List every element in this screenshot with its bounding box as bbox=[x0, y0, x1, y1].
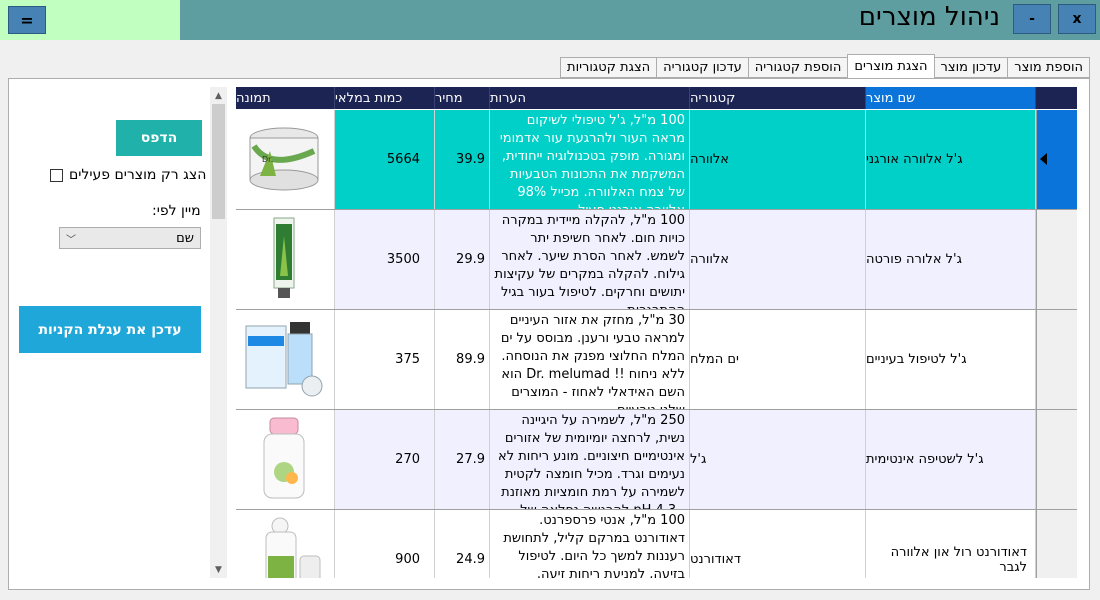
chevron-down-icon: ﹀ bbox=[66, 234, 76, 246]
name-cell[interactable]: ג'ל אלורה פורטה bbox=[866, 210, 1036, 309]
name-cell[interactable]: ג'ל לטיפול בעיניים bbox=[866, 310, 1036, 409]
wash-bottle-icon bbox=[263, 417, 305, 499]
price-value: 24.9 bbox=[456, 552, 485, 567]
print-button[interactable]: הדפס bbox=[116, 120, 202, 156]
eye-gel-box-icon bbox=[245, 322, 323, 397]
table-row[interactable]: 270 27.9 250 מ"ל, לשמירה על היגיינה נשית… bbox=[236, 410, 1077, 510]
table-row[interactable]: 3500 29.9 100 מ"ל, להקלה מיידית במקרה כו… bbox=[236, 210, 1077, 310]
price-cell[interactable]: 29.9 bbox=[435, 210, 490, 309]
product-image-cell bbox=[236, 310, 335, 409]
column-header-stock[interactable]: כמות במלאי bbox=[335, 87, 435, 109]
scroll-up-icon[interactable]: ▲ bbox=[210, 87, 227, 104]
category-cell[interactable]: ים המלח bbox=[690, 310, 866, 409]
category-cell[interactable]: דאודורנט bbox=[690, 510, 866, 578]
notes-cell[interactable]: 100 מ"ל, ג'ל טיפולי לשיקום מראה העור ולה… bbox=[490, 110, 690, 209]
category-cell[interactable]: ג'ל bbox=[690, 410, 866, 509]
column-header-image[interactable]: תמונה bbox=[236, 87, 335, 109]
price-cell[interactable]: 27.9 bbox=[435, 410, 490, 509]
name-cell[interactable]: דאודורנט רול און אלוורה לגבר bbox=[866, 510, 1036, 578]
product-image-cell bbox=[236, 210, 335, 309]
sort-label: מיין לפי: bbox=[152, 203, 201, 219]
notes-cell[interactable]: 30 מ"ל, מחזק את אזור העיניים למראה טבעי … bbox=[490, 310, 690, 409]
price-value: 89.9 bbox=[456, 352, 485, 367]
gel-jar-icon: Dr. bbox=[249, 127, 319, 191]
category-cell[interactable]: אלוורה bbox=[690, 210, 866, 309]
grid-scrollbar[interactable]: ▲ ▼ bbox=[210, 87, 227, 578]
category-value: ג'ל bbox=[690, 452, 707, 467]
checkbox-box[interactable] bbox=[50, 168, 63, 182]
column-header-notes[interactable]: הערות bbox=[490, 87, 690, 109]
price-value: 29.9 bbox=[456, 252, 485, 267]
category-value: אלוורה bbox=[690, 252, 729, 267]
tab-add-category[interactable]: הוספת קטגוריה bbox=[747, 57, 849, 78]
stock-cell[interactable]: 375 bbox=[335, 310, 435, 409]
product-image-cell: Dr. bbox=[236, 110, 335, 209]
stock-value: 270 bbox=[395, 452, 420, 467]
row-header[interactable] bbox=[1036, 510, 1077, 578]
product-image-cell bbox=[236, 510, 335, 578]
tab-update-category[interactable]: עדכון קטגוריה bbox=[656, 57, 749, 78]
row-header[interactable] bbox=[1036, 410, 1077, 509]
active-only-label: הצג רק מוצרים פעילים bbox=[69, 167, 207, 183]
table-row[interactable]: 900 24.9 100 מ"ל, אנטי פרספרנט. דאודורנט… bbox=[236, 510, 1077, 578]
menu-button[interactable]: = bbox=[8, 6, 46, 34]
column-header-price[interactable]: מחיר bbox=[435, 87, 490, 109]
window-title: ניהול מוצרים bbox=[858, 2, 1000, 32]
price-value: 27.9 bbox=[456, 452, 485, 467]
name-cell[interactable]: ג'ל אלוורה אורגני bbox=[866, 110, 1036, 209]
price-value: 39.9 bbox=[456, 152, 485, 167]
table-row[interactable]: 375 89.9 30 מ"ל, מחזק את אזור העיניים למ… bbox=[236, 310, 1077, 410]
stock-cell[interactable]: 5664 bbox=[335, 110, 435, 209]
column-header-category[interactable]: קטגוריה bbox=[690, 87, 866, 109]
stock-value: 3500 bbox=[386, 252, 420, 267]
column-header-name[interactable]: שם מוצר bbox=[866, 87, 1036, 109]
price-cell[interactable]: 89.9 bbox=[435, 310, 490, 409]
category-value: דאודורנט bbox=[690, 552, 741, 567]
stock-cell[interactable]: 900 bbox=[335, 510, 435, 578]
minimize-button[interactable]: - bbox=[1013, 4, 1051, 34]
svg-text:Dr.: Dr. bbox=[262, 155, 273, 164]
tab-show-products[interactable]: הצגת מוצרים bbox=[847, 54, 935, 78]
table-row[interactable]: Dr. 5664 39.9 100 מ"ל, ג'ל טיפולי לשיקום… bbox=[236, 110, 1077, 210]
product-image-cell bbox=[236, 410, 335, 509]
notes-cell[interactable]: 100 מ"ל, להקלה מיידית במקרה כויות חום. ל… bbox=[490, 210, 690, 309]
gel-tube-icon bbox=[273, 217, 295, 298]
scroll-thumb[interactable] bbox=[212, 104, 225, 219]
row-header[interactable] bbox=[1036, 210, 1077, 309]
active-only-checkbox[interactable]: הצג רק מוצרים פעילים bbox=[50, 167, 206, 183]
row-header[interactable] bbox=[1036, 110, 1077, 209]
category-value: אלוורה bbox=[690, 152, 729, 167]
rollon-bottle-icon bbox=[265, 517, 321, 578]
tab-show-categories[interactable]: הצגת קטגוריות bbox=[560, 57, 658, 78]
price-cell[interactable]: 39.9 bbox=[435, 110, 490, 209]
stock-value: 900 bbox=[395, 552, 420, 567]
name-cell[interactable]: ג'ל לשטיפה אינטימית bbox=[866, 410, 1036, 509]
title-bar: = ניהול מוצרים - x bbox=[0, 0, 1100, 40]
scroll-down-icon[interactable]: ▼ bbox=[210, 561, 227, 578]
stock-cell[interactable]: 3500 bbox=[335, 210, 435, 309]
stock-cell[interactable]: 270 bbox=[335, 410, 435, 509]
row-header[interactable] bbox=[1036, 310, 1077, 409]
stock-value: 5664 bbox=[386, 152, 420, 167]
tab-strip: הוספת מוצר עדכון מוצר הצגת מוצרים הוספת … bbox=[560, 54, 1090, 78]
category-value: ים המלח bbox=[690, 352, 739, 367]
price-cell[interactable]: 24.9 bbox=[435, 510, 490, 578]
tab-update-product[interactable]: עדכון מוצר bbox=[933, 57, 1009, 78]
update-cart-button[interactable]: עדכן את עגלת הקניות bbox=[19, 306, 201, 353]
stock-value: 375 bbox=[395, 352, 420, 367]
sort-dropdown[interactable]: ﹀ שם bbox=[59, 227, 201, 249]
category-cell[interactable]: אלוורה bbox=[690, 110, 866, 209]
notes-cell[interactable]: 250 מ"ל, לשמירה על היגיינה נשית, לרחצה י… bbox=[490, 410, 690, 509]
products-grid: תמונה כמות במלאי מחיר הערות קטגוריה שם מ… bbox=[236, 87, 1077, 578]
current-row-pointer-icon bbox=[1040, 153, 1047, 165]
tab-add-product[interactable]: הוספת מוצר bbox=[1007, 57, 1090, 78]
sort-value: שם bbox=[176, 230, 194, 246]
close-button[interactable]: x bbox=[1058, 4, 1096, 34]
notes-cell[interactable]: 100 מ"ל, אנטי פרספרנט. דאודורנט במרקם קל… bbox=[490, 510, 690, 578]
grid-corner bbox=[1036, 87, 1077, 109]
